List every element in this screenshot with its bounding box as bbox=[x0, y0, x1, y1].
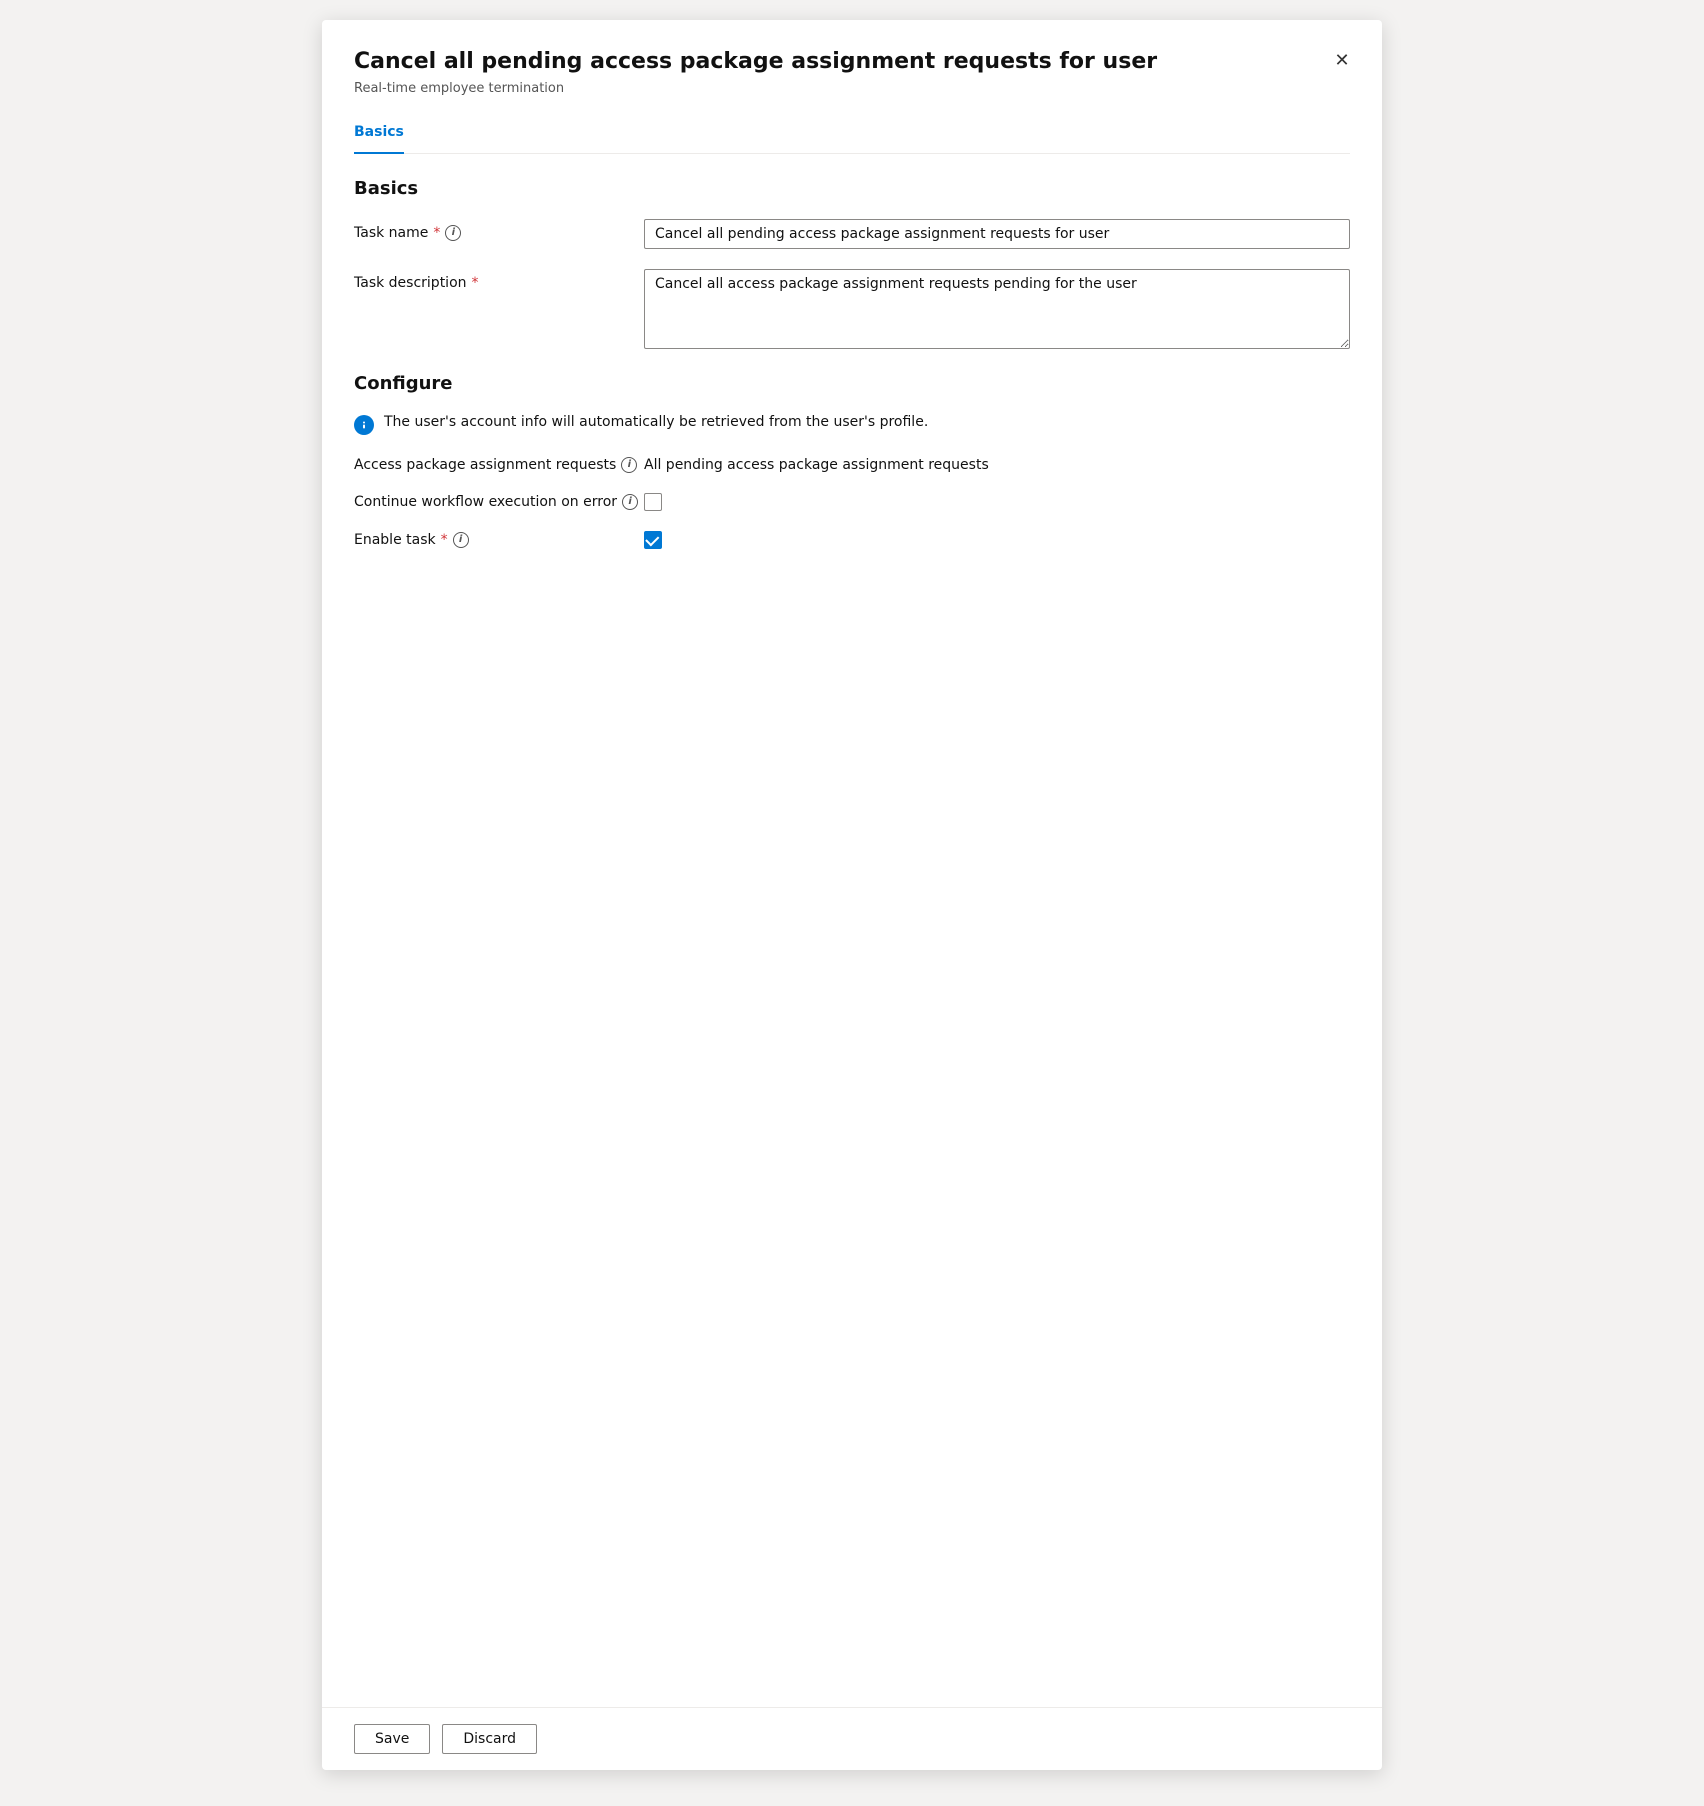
discard-button[interactable]: Discard bbox=[442, 1724, 537, 1754]
info-svg bbox=[359, 420, 369, 430]
close-button[interactable]: ✕ bbox=[1326, 44, 1358, 76]
dialog-subtitle: Real-time employee termination bbox=[354, 81, 1350, 96]
tabs-bar: Basics bbox=[354, 112, 1350, 154]
dialog-footer: Save Discard bbox=[322, 1707, 1382, 1770]
task-description-control bbox=[644, 269, 1350, 353]
enable-task-row: Enable task * i bbox=[354, 531, 1350, 549]
task-name-label: Task name * i bbox=[354, 219, 644, 241]
continue-on-error-info-icon[interactable]: i bbox=[622, 494, 638, 510]
continue-on-error-checkbox[interactable] bbox=[644, 493, 662, 511]
task-description-row: Task description * bbox=[354, 269, 1350, 353]
enable-task-info-icon[interactable]: i bbox=[453, 532, 469, 548]
tab-basics[interactable]: Basics bbox=[354, 112, 404, 154]
access-requests-info-icon[interactable]: i bbox=[621, 457, 637, 473]
configure-section: Configure The user's account info will a… bbox=[354, 373, 1350, 549]
save-button[interactable]: Save bbox=[354, 1724, 430, 1754]
task-name-info-icon[interactable]: i bbox=[445, 225, 461, 241]
enable-task-label: Enable task * i bbox=[354, 532, 644, 548]
dialog-body: Basics Basics Task name * i Task descrip… bbox=[322, 112, 1382, 1707]
task-name-control bbox=[644, 219, 1350, 249]
task-name-row: Task name * i bbox=[354, 219, 1350, 249]
continue-on-error-row: Continue workflow execution on error i bbox=[354, 493, 1350, 511]
enable-task-checkbox-container bbox=[644, 531, 662, 549]
dialog-header: Cancel all pending access package assign… bbox=[322, 20, 1382, 112]
info-banner: The user's account info will automatical… bbox=[354, 414, 1350, 435]
access-requests-label: Access package assignment requests i bbox=[354, 457, 644, 473]
dialog-title: Cancel all pending access package assign… bbox=[354, 48, 1350, 77]
task-name-input[interactable] bbox=[644, 219, 1350, 249]
task-description-required: * bbox=[472, 275, 479, 291]
continue-on-error-label: Continue workflow execution on error i bbox=[354, 494, 644, 510]
enable-task-checkbox[interactable] bbox=[644, 531, 662, 549]
task-description-label: Task description * bbox=[354, 269, 644, 291]
basics-section-heading: Basics bbox=[354, 178, 1350, 199]
dialog: Cancel all pending access package assign… bbox=[322, 20, 1382, 1770]
continue-on-error-checkbox-container bbox=[644, 493, 662, 511]
task-name-required: * bbox=[433, 225, 440, 241]
enable-task-required: * bbox=[441, 532, 448, 548]
access-requests-row: Access package assignment requests i All… bbox=[354, 457, 1350, 473]
access-requests-value: All pending access package assignment re… bbox=[644, 457, 989, 473]
configure-section-heading: Configure bbox=[354, 373, 1350, 394]
task-description-input[interactable] bbox=[644, 269, 1350, 349]
info-circle-icon bbox=[354, 415, 374, 435]
info-banner-text: The user's account info will automatical… bbox=[384, 414, 928, 430]
